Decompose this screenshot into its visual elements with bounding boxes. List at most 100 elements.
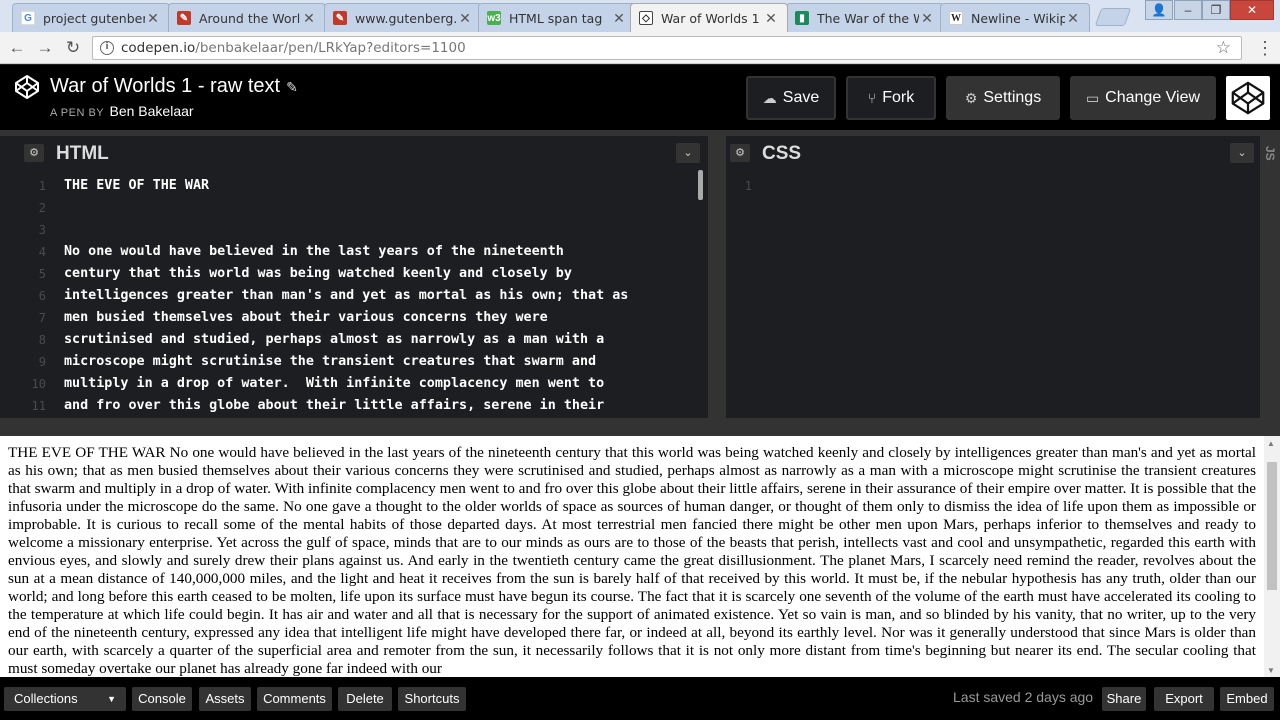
collections-dropdown[interactable]: Collections ▼ (4, 687, 126, 711)
share-button[interactable]: Share (1102, 687, 1146, 711)
settings-button-label: Settings (983, 89, 1042, 106)
restore-icon[interactable]: ❐ (1202, 0, 1230, 20)
code-text: THE EVE OF THE WAR (64, 178, 210, 193)
comments-button[interactable]: Comments (257, 687, 332, 711)
gutenberg-icon: ✎ (333, 11, 347, 25)
browser-tab[interactable]: ✎ www.gutenberg.org ✕ (324, 3, 482, 32)
close-icon[interactable]: ✕ (1065, 10, 1081, 27)
scroll-up-icon[interactable]: ▲ (1267, 439, 1275, 448)
url-path: /benbakelaar/pen/LRkYap?editors=1100 (195, 40, 466, 56)
code-text: multiply in a drop of water. With infini… (64, 376, 605, 391)
close-icon[interactable]: ✕ (611, 10, 627, 27)
code-text: men busied themselves about their variou… (64, 310, 548, 325)
html-settings-gear-icon[interactable]: ⚙ (24, 144, 44, 162)
codepen-icon: ◇ (639, 11, 653, 25)
author-link[interactable]: Ben Bakelaar (110, 103, 194, 119)
delete-button[interactable]: Delete (338, 687, 392, 711)
js-editor-label: JS (1263, 146, 1277, 161)
browser-tab-title: project gutenberg (43, 10, 145, 26)
line-number: 10 (31, 377, 46, 391)
settings-button[interactable]: ⚙ Settings (946, 76, 1060, 120)
fork-button-label: Fork (882, 89, 915, 106)
chevron-down-icon[interactable]: ⌄ (676, 143, 700, 163)
w3schools-icon: w3 (487, 11, 501, 25)
cloud-icon: ☁ (762, 89, 777, 106)
close-icon[interactable]: ✕ (301, 10, 317, 27)
back-arrow-icon[interactable]: ← (6, 38, 28, 58)
line-number: 1 (744, 179, 752, 193)
code-text: intelligences greater than man's and yet… (64, 288, 629, 303)
html-editor: ⚙ HTML ⌄ 1 THE EVE OF THE WAR 2 3 4 No one… (20, 136, 708, 418)
scrollbar-thumb[interactable] (1267, 462, 1277, 590)
address-bar[interactable]: i codepen.io/benbakelaar/pen/LRkYap?edit… (92, 36, 1242, 60)
console-button[interactable]: Console (132, 687, 192, 711)
codepen-footer: Collections ▼ Console Assets Comments De… (0, 677, 1280, 720)
pen-by-label: A PEN BY (50, 107, 104, 119)
codepen-logo-icon[interactable] (14, 74, 40, 100)
assets-button[interactable]: Assets (199, 687, 251, 711)
html-editor-header: ⚙ HTML ⌄ (20, 136, 708, 170)
close-icon[interactable]: ✕ (919, 10, 935, 27)
browser-tab[interactable]: ▮ The War of the W ✕ (786, 3, 944, 32)
change-view-button-label: Change View (1105, 89, 1201, 106)
embed-button[interactable]: Embed (1220, 687, 1274, 711)
close-icon[interactable]: ✕ (763, 10, 779, 27)
browser-toolbar: ← → ↻ i codepen.io/benbakelaar/pen/LRkYa… (0, 32, 1280, 64)
shortcuts-button[interactable]: Shortcuts (398, 687, 466, 711)
user-profile-icon[interactable]: 👤 (1145, 0, 1173, 20)
window-close-icon[interactable]: ✕ (1230, 0, 1274, 20)
line-number: 9 (38, 355, 46, 369)
export-button[interactable]: Export (1154, 687, 1214, 711)
css-code-area[interactable]: 1 (726, 170, 1260, 418)
change-view-button[interactable]: ▭ Change View (1070, 76, 1216, 120)
close-icon[interactable]: ✕ (145, 10, 161, 27)
html-editor-title: HTML (56, 143, 109, 164)
gear-icon: ⚙ (964, 89, 978, 106)
browser-menu-icon[interactable]: ⋮ (1256, 38, 1274, 58)
line-number: 2 (38, 201, 46, 215)
browser-tab-title: www.gutenberg.org (355, 10, 457, 26)
new-tab-button[interactable] (1094, 8, 1132, 26)
close-icon[interactable]: ✕ (457, 10, 473, 27)
scroll-down-icon[interactable]: ▼ (1267, 666, 1275, 675)
pen-title[interactable]: War of Worlds 1 - raw text ✎ (50, 75, 298, 98)
css-editor-header: ⚙ CSS ⌄ (726, 136, 1260, 170)
save-button[interactable]: ☁ Save (746, 76, 836, 120)
code-text: century that this world was being watche… (64, 266, 572, 281)
reload-icon[interactable]: ↻ (62, 38, 84, 58)
info-icon[interactable]: i (100, 41, 114, 55)
code-text: scrutinised and studied, perhaps almost … (64, 332, 605, 347)
html-code-area[interactable]: 1 THE EVE OF THE WAR 2 3 4 No one would ha… (20, 170, 708, 418)
preview-text: THE EVE OF THE WAR No one would have bel… (8, 444, 1256, 677)
line-number: 3 (38, 223, 46, 237)
css-editor-title: CSS (762, 143, 802, 164)
bookmark-star-icon[interactable]: ☆ (1216, 37, 1231, 59)
forward-arrow-icon[interactable]: → (34, 38, 56, 58)
browser-tab[interactable]: w3 HTML span tag ✕ (478, 3, 636, 32)
code-text: microscope might scrutinise the transien… (64, 354, 597, 369)
line-number: 11 (31, 399, 46, 413)
preview-resize-bar[interactable] (0, 418, 1280, 436)
browser-tab[interactable]: G project gutenberg ✕ (12, 3, 170, 32)
editor-resize-gutter[interactable] (708, 136, 726, 418)
minimize-icon[interactable]: – (1174, 0, 1202, 20)
codepen-header: War of Worlds 1 - raw text ✎ A PEN BY Ben… (0, 65, 1280, 130)
avatar[interactable] (1226, 76, 1270, 120)
css-settings-gear-icon[interactable]: ⚙ (730, 144, 750, 162)
preview-scrollbar[interactable]: ▲ ▼ (1264, 436, 1280, 677)
last-saved-status: Last saved 2 days ago (953, 689, 1094, 705)
browser-tab[interactable]: W Newline - Wikipe ✕ (940, 3, 1090, 32)
css-editor: ⚙ CSS ⌄ 1 (726, 136, 1260, 418)
fork-button[interactable]: ⑂ Fork (846, 76, 936, 120)
layout-icon: ▭ (1085, 89, 1100, 106)
code-text: No one would have believed in the last y… (64, 244, 564, 259)
save-button-label: Save (782, 89, 820, 106)
js-editor-collapsed-tab[interactable]: JS (1260, 136, 1280, 418)
collections-label: Collections (14, 691, 78, 706)
pen-author-line: A PEN BY Ben Bakelaar (50, 103, 194, 119)
html-editor-scrollbar[interactable] (698, 170, 703, 200)
browser-tab-active[interactable]: ◇ War of Worlds 1 ✕ (630, 3, 788, 32)
pencil-icon[interactable]: ✎ (286, 79, 298, 95)
chevron-down-icon[interactable]: ⌄ (1230, 143, 1254, 163)
browser-tab[interactable]: ✎ Around the World ✕ (168, 3, 326, 32)
